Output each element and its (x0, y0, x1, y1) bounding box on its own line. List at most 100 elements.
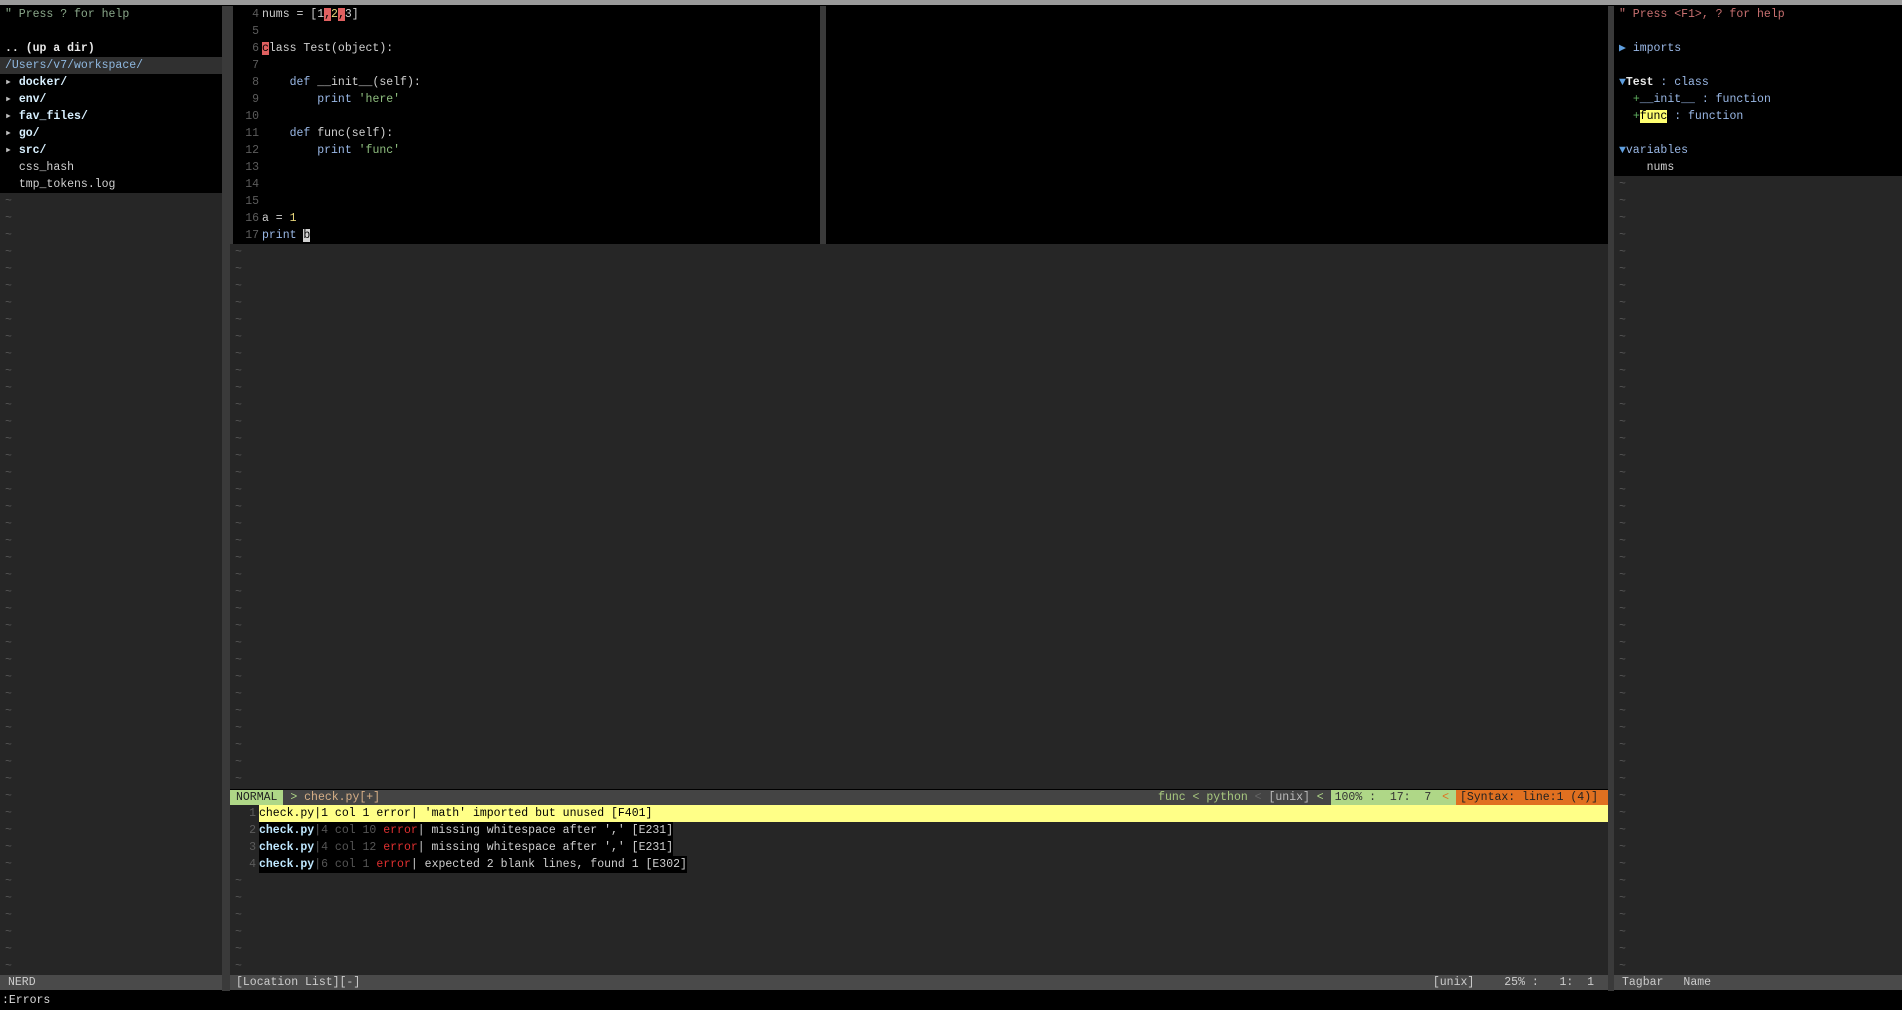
status-format: [unix] (1268, 791, 1310, 804)
tagbar-pane[interactable]: " Press <F1>, ? for help ▶ imports ▼Test :… (1614, 6, 1902, 975)
window-top-strip (0, 0, 1902, 5)
tag-group-imports[interactable]: ▶ imports (1614, 40, 1902, 57)
tree-item-dir[interactable]: ▸ src/ (0, 142, 222, 159)
status-spacer (1663, 975, 1683, 990)
empty-line-marker: ~ (1619, 824, 1626, 837)
empty-line-marker: ~ (5, 433, 12, 446)
empty-line-marker: ~ (1619, 688, 1626, 701)
location-entry[interactable]: check.py|1 col 1 error| 'math' imported … (259, 805, 1608, 822)
code-token: a = (262, 212, 290, 225)
empty-line-marker: ~ (235, 637, 242, 650)
empty-line-marker: ~ (5, 569, 12, 582)
error-marker: , (337, 8, 345, 21)
empty-line-marker: ~ (5, 620, 12, 633)
empty-line-marker: ~ (1619, 603, 1626, 616)
location-entry[interactable]: check.py|4 col 10 error| missing whitesp… (259, 822, 673, 839)
line-number: 14 (245, 178, 259, 191)
collapsed-triangle-icon[interactable]: ▶ (1619, 42, 1626, 55)
editor-statusline: NORMAL > check.py[+] func < python < [un… (230, 790, 1608, 805)
command-line[interactable]: :Errors (0, 993, 1902, 1008)
code-area[interactable]: 4 nums = [1,2,3] 5 6 class Test(object): 7 8 d… (230, 6, 820, 244)
location-list-row[interactable]: 1 check.py|1 col 1 error| 'math' imported… (230, 805, 1608, 822)
code-token: __init__(self): (310, 76, 421, 89)
location-list-statusline: [Location List][-] [unix] 25% : 1: 1 (230, 975, 1608, 990)
text-cursor: b (303, 229, 311, 242)
empty-line-marker: ~ (5, 450, 12, 463)
code-line[interactable]: 15 (233, 193, 820, 210)
expanded-triangle-icon[interactable]: ▼ (1619, 76, 1626, 89)
code-line[interactable]: 6 class Test(object): (233, 40, 820, 57)
empty-line-marker: ~ (5, 280, 12, 293)
empty-line-marker: ~ (235, 620, 242, 633)
code-line[interactable]: 7 (233, 57, 820, 74)
empty-line-marker: ~ (5, 722, 12, 735)
current-path[interactable]: /Users/v7/workspace/ (0, 57, 222, 74)
empty-line-marker: ~ (1619, 654, 1626, 667)
location-entry[interactable]: check.py|4 col 12 error| missing whitesp… (259, 839, 673, 856)
code-token: def (289, 76, 311, 89)
expanded-triangle-icon[interactable]: ▼ (1619, 144, 1626, 157)
vertical-split-separator[interactable] (820, 6, 826, 244)
line-number: 7 (252, 59, 259, 72)
code-line[interactable]: 4 nums = [1,2,3] (233, 6, 820, 23)
empty-line-marker: ~ (1619, 960, 1626, 973)
row-number: 1 (230, 805, 259, 822)
code-line[interactable]: 14 (233, 176, 820, 193)
code-line[interactable]: 10 (233, 108, 820, 125)
code-token: 2 (331, 8, 338, 21)
code-line[interactable]: 5 (233, 23, 820, 40)
entry-message: | missing whitespace after ',' [E231] (417, 841, 674, 854)
tree-item-label: fav_files/ (18, 110, 88, 123)
empty-line-marker: ~ (235, 399, 242, 412)
code-line[interactable]: 12 print 'func' (233, 142, 820, 159)
tree-item-file[interactable]: css_hash (0, 159, 222, 176)
status-spacer (1474, 975, 1504, 990)
code-line[interactable]: 8 def __init__(self): (233, 74, 820, 91)
nerdtree-pane[interactable]: " Press ? for help .. (up a dir)/Users/v7… (0, 6, 222, 975)
empty-line-marker: ~ (235, 552, 242, 565)
editor-right-split[interactable] (826, 6, 1608, 244)
tree-item-file[interactable]: tmp_tokens.log (0, 176, 222, 193)
up-a-dir[interactable]: .. (up a dir) (0, 40, 222, 57)
code-line[interactable]: 11 def func(self): (233, 125, 820, 142)
tag-group-variables[interactable]: ▼variables (1614, 142, 1902, 159)
empty-line-marker: ~ (1619, 416, 1626, 429)
line-number: 13 (245, 161, 259, 174)
tag-variable[interactable]: nums (1614, 159, 1902, 176)
line-number: 11 (245, 127, 259, 140)
folder-closed-icon: ▸ (5, 93, 12, 106)
empty-line-marker: ~ (235, 909, 242, 922)
location-entry[interactable]: check.py|6 col 1 error| expected 2 blank… (259, 856, 687, 873)
tree-item-dir[interactable]: ▸ env/ (0, 91, 222, 108)
empty-line-marker: ~ (5, 229, 12, 242)
tag-member[interactable]: +__init__ : function (1614, 91, 1902, 108)
empty-line-marker: ~ (1619, 773, 1626, 786)
location-list-pane[interactable]: 1 check.py|1 col 1 error| 'math' imported… (230, 805, 1608, 975)
split-separator[interactable] (222, 6, 230, 991)
empty-line-marker: ~ (5, 416, 12, 429)
tree-item-dir[interactable]: ▸ docker/ (0, 74, 222, 91)
tree-item-dir[interactable]: ▸ fav_files/ (0, 108, 222, 125)
code-line[interactable]: 16 a = 1 (233, 210, 820, 227)
empty-line-marker: ~ (235, 314, 242, 327)
code-line[interactable]: 17 print b (233, 227, 820, 244)
empty-line-marker: ~ (5, 314, 12, 327)
tag-group-class[interactable]: ▼Test : class (1614, 74, 1902, 91)
tag-member[interactable]: +func : function (1614, 108, 1902, 125)
code-line[interactable]: 13 (233, 159, 820, 176)
code-line[interactable]: 9 print 'here' (233, 91, 820, 108)
empty-line-marker: ~ (5, 654, 12, 667)
empty-line-marker: ~ (5, 892, 12, 905)
empty-line-marker: ~ (235, 467, 242, 480)
empty-line-marker: ~ (1619, 756, 1626, 769)
tree-item-dir[interactable]: ▸ go/ (0, 125, 222, 142)
location-list-row[interactable]: 4 check.py|6 col 1 error| expected 2 blan… (230, 856, 1608, 873)
public-icon: + (1632, 110, 1640, 123)
empty-line-marker: ~ (5, 535, 12, 548)
entry-position: |1 col 1 (314, 807, 377, 820)
folder-closed-icon: ▸ (5, 127, 12, 140)
code-token: func(self): (310, 127, 394, 140)
location-list-row[interactable]: 2 check.py|4 col 10 error| missing whites… (230, 822, 1608, 839)
location-list-row[interactable]: 3 check.py|4 col 12 error| missing whites… (230, 839, 1608, 856)
